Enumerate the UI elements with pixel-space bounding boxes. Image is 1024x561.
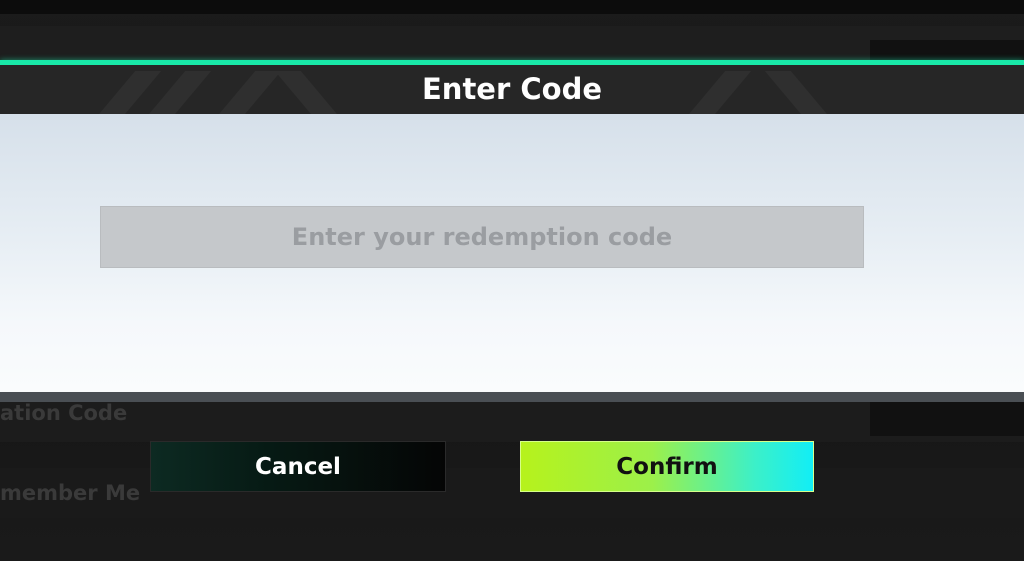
- background-row-value-box: [870, 400, 1024, 436]
- dialog-header: Enter Code: [0, 65, 1024, 114]
- game-screen: ation Code member Me Enter Code Cancel C…: [0, 0, 1024, 561]
- redemption-code-input[interactable]: [100, 206, 864, 268]
- confirm-button-label: Confirm: [616, 453, 718, 480]
- dialog-body: [0, 114, 1024, 392]
- dialog-title: Enter Code: [421, 72, 603, 106]
- cancel-button[interactable]: Cancel: [150, 441, 446, 492]
- confirm-button[interactable]: Confirm: [520, 441, 814, 492]
- background-top-strip: [0, 0, 1024, 14]
- enter-code-dialog: Enter Code: [0, 60, 1024, 402]
- background-row-label: ation Code: [0, 401, 128, 425]
- dialog-bottom-edge: [0, 392, 1024, 402]
- background-row-label: member Me: [0, 481, 141, 505]
- cancel-button-label: Cancel: [255, 453, 341, 480]
